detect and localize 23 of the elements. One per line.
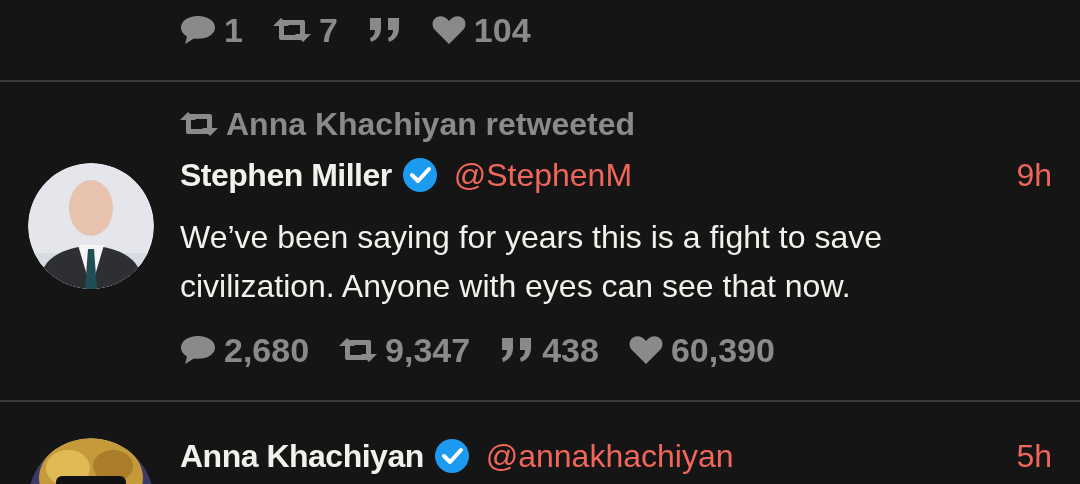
timestamp: 5h	[1016, 437, 1052, 476]
reply-count: 1	[224, 9, 243, 51]
heart-icon[interactable]	[628, 335, 663, 365]
author-name[interactable]: Stephen Miller	[180, 151, 392, 199]
tweet-text: We’ve been saying for years this is a fight to save civilization. Anyone with eyes can see that now.	[180, 218, 883, 306]
retweet-icon[interactable]	[272, 17, 311, 43]
retweet-icon	[180, 111, 218, 137]
comment-icon[interactable]	[180, 14, 216, 46]
quote-icon[interactable]	[367, 16, 402, 44]
retweet-count: 9,347	[385, 329, 471, 371]
quote-count: 438	[542, 329, 599, 371]
retweet-icon[interactable]	[339, 337, 378, 363]
comment-icon[interactable]	[180, 334, 216, 366]
timestamp: 9h	[1016, 156, 1052, 195]
retweet-count: 7	[318, 9, 338, 51]
like-count: 104	[473, 9, 531, 51]
author-handle[interactable]: @StephenM	[453, 151, 633, 199]
like-count: 60,390	[670, 329, 775, 371]
heart-icon[interactable]	[431, 15, 466, 45]
retweeted-by-label: Anna Khachiyan retweeted	[226, 105, 635, 144]
author-name[interactable]: Anna Khachiyan	[180, 432, 424, 480]
author-handle[interactable]: @annakhachiyan	[485, 432, 734, 480]
reply-count: 2,680	[224, 329, 310, 371]
